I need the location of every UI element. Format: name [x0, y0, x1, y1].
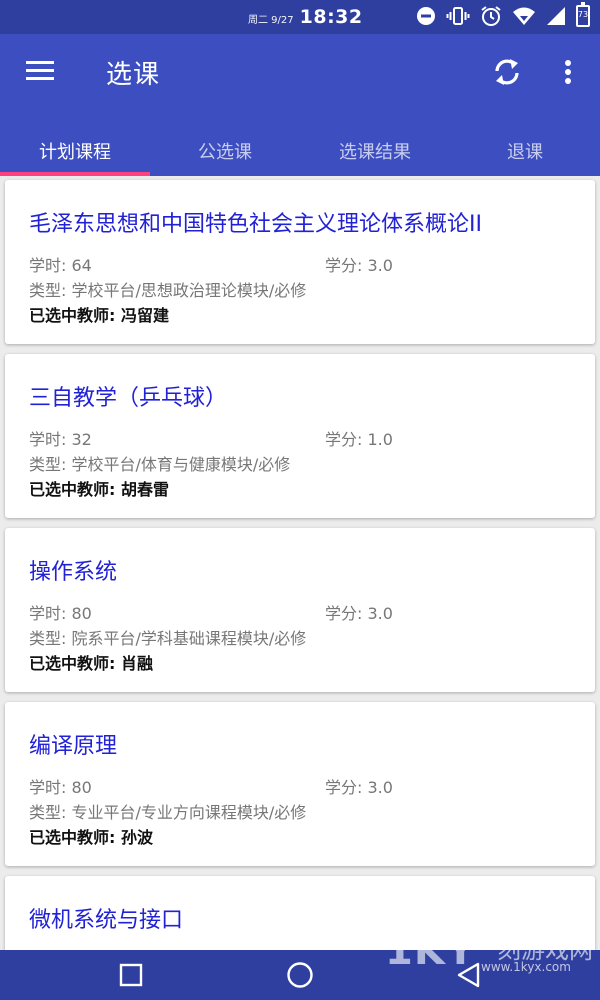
course-title: 三自教学（乒乓球） [29, 386, 228, 411]
course-title: 操作系统 [29, 560, 118, 585]
course-credits: 学分: 1.0 [325, 430, 393, 449]
course-type: 类型: 学校平台/思想政治理论模块/必修 [29, 281, 307, 300]
course-card[interactable]: 三自教学（乒乓球） 学时: 32 学分: 1.0 类型: 学校平台/体育与健康模… [5, 354, 595, 518]
status-date: 周二 9/27 [248, 15, 294, 26]
more-options-button[interactable] [556, 54, 580, 90]
status-clock: 周二 9/27 18:32 [248, 6, 363, 28]
course-type: 类型: 院系平台/学科基础课程模块/必修 [29, 629, 307, 648]
course-card[interactable]: 编译原理 学时: 80 学分: 3.0 类型: 专业平台/专业方向课程模块/必修… [5, 702, 595, 866]
tab-bar: 计划课程 公选课 选课结果 退课 [0, 126, 600, 176]
course-list[interactable]: 毛泽东思想和中国特色社会主义理论体系概论II 学时: 64 学分: 3.0 类型… [0, 176, 600, 950]
course-hours: 学时: 80 [29, 778, 92, 797]
course-credits: 学分: 3.0 [325, 778, 393, 797]
course-card[interactable]: 毛泽东思想和中国特色社会主义理论体系概论II 学时: 64 学分: 3.0 类型… [5, 180, 595, 344]
course-card[interactable]: 操作系统 学时: 80 学分: 3.0 类型: 院系平台/学科基础课程模块/必修… [5, 528, 595, 692]
circle-icon [287, 962, 313, 988]
watermark-logo: 1KY [385, 928, 476, 974]
course-meta: 学时: 64 学分: 3.0 [29, 252, 569, 275]
battery-icon: 73 [576, 2, 590, 27]
status-bar: 周二 9/27 18:32 73 [0, 0, 600, 34]
battery-level: 73 [577, 10, 589, 19]
menu-icon [26, 61, 54, 80]
course-hours: 学时: 64 [29, 256, 92, 275]
home-button[interactable] [270, 958, 330, 992]
course-type: 类型: 专业平台/专业方向课程模块/必修 [29, 803, 307, 822]
recent-apps-button[interactable] [101, 958, 161, 992]
course-credits: 学分: 3.0 [325, 256, 393, 275]
course-meta: 学时: 80 学分: 3.0 [29, 774, 569, 797]
course-meta: 学时: 80 学分: 3.0 [29, 600, 569, 623]
course-title: 编译原理 [29, 734, 118, 759]
status-time: 18:32 [299, 6, 363, 28]
dnd-icon [416, 6, 436, 26]
course-teacher: 已选中教师: 胡春雷 [29, 480, 169, 499]
alarm-icon [480, 5, 502, 27]
watermark-url: www.1kyx.com [481, 960, 571, 974]
course-type: 类型: 学校平台/体育与健康模块/必修 [29, 455, 291, 474]
menu-button[interactable] [22, 54, 62, 88]
refresh-icon [495, 59, 519, 85]
tab-planned-courses[interactable]: 计划课程 [0, 126, 150, 176]
more-vert-icon [565, 60, 571, 84]
tab-selection-results[interactable]: 选课结果 [300, 126, 450, 176]
course-teacher: 已选中教师: 冯留建 [29, 306, 169, 325]
wifi-icon [512, 6, 536, 26]
course-title: 微机系统与接口 [29, 908, 184, 933]
tab-public-electives[interactable]: 公选课 [150, 126, 300, 176]
watermark: 1KY 一刻游戏网 www.1kyx.com [385, 928, 597, 976]
course-credits: 学分: 3.0 [325, 604, 393, 623]
course-teacher: 已选中教师: 肖融 [29, 654, 153, 673]
tab-drop-course[interactable]: 退课 [450, 126, 600, 176]
square-icon [119, 963, 143, 987]
course-title: 毛泽东思想和中国特色社会主义理论体系概论II [29, 212, 482, 237]
vibrate-icon [446, 6, 470, 26]
course-hours: 学时: 80 [29, 604, 92, 623]
app-bar: 选课 计划课程 公选课 选课结果 退课 [0, 34, 600, 176]
status-icons: 73 [416, 2, 590, 27]
refresh-button[interactable] [488, 54, 526, 90]
page-title: 选课 [106, 60, 161, 90]
course-hours: 学时: 32 [29, 430, 92, 449]
course-meta: 学时: 32 学分: 1.0 [29, 426, 569, 449]
signal-icon [546, 6, 566, 26]
course-teacher: 已选中教师: 孙波 [29, 828, 153, 847]
